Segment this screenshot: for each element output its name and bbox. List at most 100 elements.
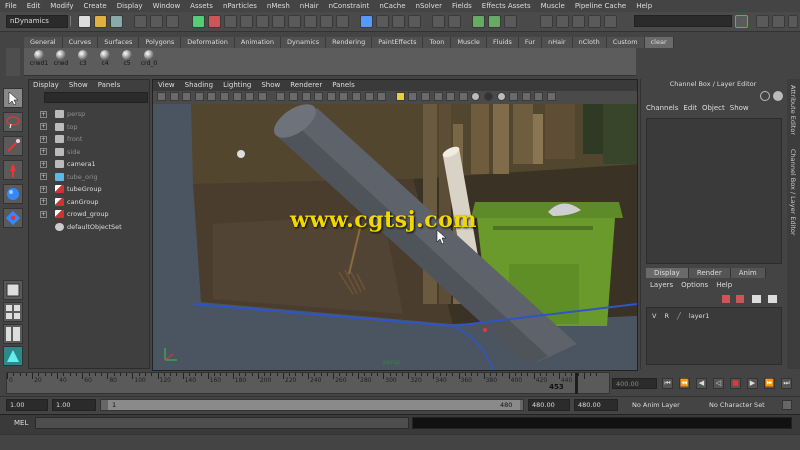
step-back-frame-icon[interactable]: ◀	[696, 378, 707, 389]
menu-fields[interactable]: Fields	[447, 2, 477, 10]
shelf-tab-general[interactable]: General	[24, 37, 63, 48]
play-forward-icon[interactable]: ▶	[747, 378, 758, 389]
shelf-tab-custom[interactable]: Custom	[606, 37, 645, 48]
expand-icon[interactable]: +	[40, 210, 47, 218]
outliner-item[interactable]: + side	[40, 146, 80, 158]
shelf-tab-clear[interactable]: clear	[644, 37, 674, 48]
cube-icon[interactable]	[521, 92, 531, 101]
new-scene-icon[interactable]	[78, 15, 91, 28]
new-layer-selected-icon[interactable]	[736, 295, 744, 303]
input-line-mode-icon[interactable]	[735, 15, 748, 28]
select-joints-icon[interactable]	[256, 15, 269, 28]
viewport-menu-show[interactable]: Show	[256, 80, 285, 91]
shelf-tab-polygons[interactable]: Polygons	[139, 37, 182, 48]
menu-edit[interactable]: Edit	[22, 2, 46, 10]
aa-icon[interactable]	[421, 92, 430, 101]
select-rendering-icon[interactable]	[336, 15, 349, 28]
menu-muscle[interactable]: Muscle	[536, 2, 570, 10]
new-layer-icon[interactable]	[722, 295, 730, 303]
cube-outline-icon[interactable]	[534, 92, 544, 101]
shelf-button-crwd[interactable]: crwd	[50, 50, 72, 67]
current-time-marker[interactable]	[575, 373, 579, 394]
mask-icon[interactable]	[192, 15, 205, 28]
outliner-item[interactable]: + top	[40, 121, 78, 133]
outliner-item[interactable]: + tubeGroup	[40, 183, 102, 195]
shelf-button-crd_0[interactable]: crd_0	[138, 50, 160, 67]
joints-icon[interactable]	[377, 92, 387, 101]
shelf-tab-muscle[interactable]: Muscle	[451, 37, 487, 48]
viewport-menu-view[interactable]: View	[153, 80, 180, 91]
expand-icon[interactable]: +	[40, 110, 47, 118]
hq-icon[interactable]	[395, 92, 405, 101]
select-deformations-icon[interactable]	[304, 15, 317, 28]
viewport-menu-shading[interactable]: Shading	[180, 80, 218, 91]
viewport-scene[interactable]: persp	[153, 104, 637, 370]
layer-color-swatch[interactable]: ╱	[677, 312, 681, 320]
paint-select-tool-icon[interactable]	[3, 136, 23, 156]
select-dynamics-icon[interactable]	[320, 15, 333, 28]
shelf-button-c3[interactable]: c3	[72, 50, 94, 67]
viewport-menu-renderer[interactable]: Renderer	[285, 80, 327, 91]
motion-blur-icon[interactable]	[446, 92, 456, 101]
menu-nsolver[interactable]: nSolver	[411, 2, 447, 10]
command-input[interactable]	[35, 417, 409, 429]
outliner-filter-field[interactable]	[44, 92, 148, 103]
layer-tab-anim[interactable]: Anim	[730, 268, 766, 278]
expand-icon[interactable]: +	[40, 148, 47, 155]
shelf-tab-fluids[interactable]: Fluids	[486, 37, 519, 48]
render-frame-icon[interactable]	[472, 15, 485, 28]
quick-select-field[interactable]	[634, 15, 732, 27]
persp-outliner-layout-icon[interactable]	[3, 324, 23, 344]
menu-nconstraint[interactable]: nConstraint	[324, 2, 375, 10]
show-tool-settings-icon[interactable]	[556, 15, 569, 28]
expand-icon[interactable]: +	[40, 173, 47, 180]
save-scene-icon[interactable]	[110, 15, 123, 28]
select-component-icon[interactable]	[166, 15, 179, 28]
toggle-toolbox-icon[interactable]	[772, 15, 785, 28]
show-attribute-editor-icon[interactable]	[540, 15, 553, 28]
field-chart-icon[interactable]	[245, 92, 255, 101]
outliner-item[interactable]: + tube_orig	[40, 171, 98, 183]
menu-help[interactable]: Help	[631, 2, 657, 10]
outliner-menu-display[interactable]: Display	[28, 80, 64, 91]
menu-set-select[interactable]: nDynamics	[6, 15, 68, 28]
menu-nparticles[interactable]: nParticles	[218, 2, 262, 10]
attribute-editor-tab[interactable]: Attribute Editor	[789, 85, 797, 135]
xray-icon[interactable]	[352, 92, 361, 101]
menu-nmesh[interactable]: nMesh	[262, 2, 295, 10]
select-surfaces-icon[interactable]	[288, 15, 301, 28]
camera-attr-icon[interactable]	[157, 92, 166, 101]
shelf-tab-animation[interactable]: Animation	[234, 37, 282, 48]
layer-menu-help[interactable]: Help	[716, 281, 740, 289]
safe-action-icon[interactable]	[257, 92, 267, 101]
menu-modify[interactable]: Modify	[45, 2, 78, 10]
shelf-button-crwd1[interactable]: crwd1	[28, 50, 50, 67]
expand-icon[interactable]: +	[40, 160, 47, 168]
step-forward-key-icon[interactable]: ⏩	[764, 378, 775, 389]
menu-pipeline-cache[interactable]: Pipeline Cache	[570, 2, 631, 10]
shelf-tab-nhair[interactable]: nHair	[542, 37, 573, 48]
scale-tool-icon[interactable]	[3, 208, 23, 228]
menu-create[interactable]: Create	[78, 2, 111, 10]
animation-start-field[interactable]: 1.00	[6, 399, 48, 411]
tag-icon[interactable]	[509, 92, 519, 101]
channel-menu-edit[interactable]: Edit	[683, 104, 702, 112]
shelf-tab-ncloth[interactable]: nCloth	[572, 37, 607, 48]
toggle-channelbox-icon[interactable]	[788, 15, 798, 28]
range-slider-handle[interactable]	[108, 400, 520, 410]
play-backward-icon[interactable]: ◁	[713, 378, 724, 389]
hypershade-layout-icon[interactable]	[3, 346, 23, 366]
channel-box-help-icon[interactable]	[773, 91, 783, 101]
shelf-button-c4[interactable]: c4	[94, 50, 116, 67]
shelf-tab-fur[interactable]: Fur	[518, 37, 543, 48]
channel-menu-show[interactable]: Show	[730, 104, 754, 112]
wireframe-icon[interactable]	[289, 92, 298, 101]
select-curves-icon[interactable]	[272, 15, 285, 28]
expand-icon[interactable]: +	[40, 123, 47, 130]
ipr-render-icon[interactable]	[488, 15, 501, 28]
gate-mask-icon[interactable]	[232, 92, 242, 101]
outliner-item[interactable]: + camera1	[40, 158, 96, 170]
anim-layer-select[interactable]: No Anim Layer	[632, 401, 680, 409]
shelf-tab-toon[interactable]: Toon	[423, 37, 452, 48]
layer-tab-render[interactable]: Render	[688, 268, 731, 278]
